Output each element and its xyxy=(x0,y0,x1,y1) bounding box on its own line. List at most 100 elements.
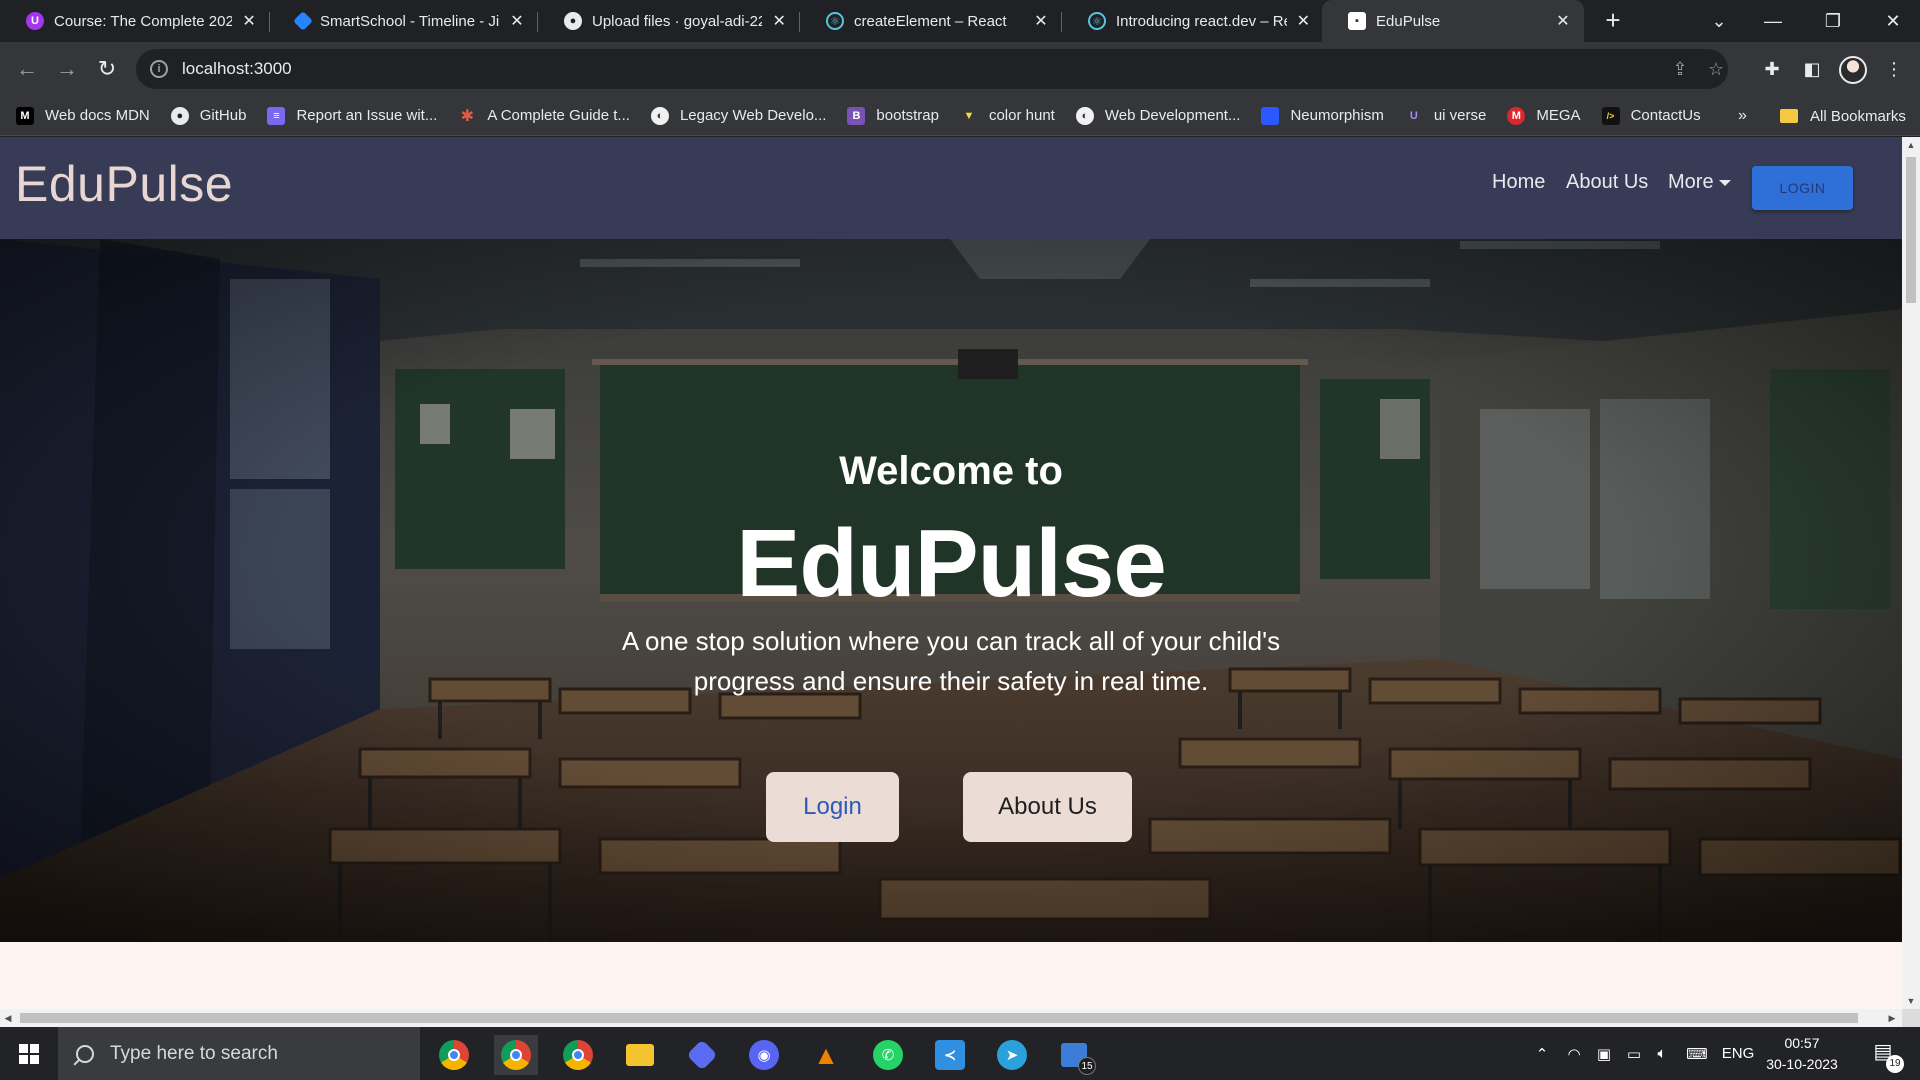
browser-tab[interactable]: ⚛ createElement – React ✕ xyxy=(800,0,1062,42)
clock-date: 30-10-2023 xyxy=(1766,1056,1838,1072)
keyboard-icon[interactable]: ⌨ xyxy=(1680,1027,1714,1080)
browser-tab[interactable]: U Course: The Complete 202 ✕ xyxy=(0,0,270,42)
chevron-up-icon[interactable]: ⌃ xyxy=(1528,1027,1556,1080)
bookmark-item[interactable]: Neumorphism xyxy=(1261,106,1384,125)
taskview-badge: 15 xyxy=(1078,1057,1096,1075)
tab-title: EduPulse xyxy=(1376,12,1441,30)
taskbar-clock[interactable]: 00:57 30-10-2023 xyxy=(1757,1033,1847,1075)
bookmark-label: Report an Issue wit... xyxy=(296,107,438,124)
back-arrow-icon[interactable]: ← xyxy=(12,54,42,84)
all-bookmarks-button[interactable]: All Bookmarks xyxy=(1780,96,1906,136)
scroll-left-icon[interactable]: ◀ xyxy=(0,1009,16,1027)
hero-login-button[interactable]: Login xyxy=(766,772,899,842)
browser-tab[interactable]: ⚛ Introducing react.dev – Re ✕ xyxy=(1062,0,1324,42)
minimize-icon[interactable]: — xyxy=(1746,0,1800,42)
bookmark-item[interactable]: M Web docs MDN xyxy=(16,106,150,125)
tab-title: Upload files · goyal-adi-22 xyxy=(592,12,763,30)
bookmark-item[interactable]: ✱ A Complete Guide t... xyxy=(458,107,630,125)
scroll-down-icon[interactable]: ▼ xyxy=(1902,993,1920,1009)
bookmark-item[interactable]: B bootstrap xyxy=(847,106,939,125)
chrome-profile-icon[interactable] xyxy=(494,1035,538,1075)
window-close-icon[interactable]: ✕ xyxy=(1866,0,1920,42)
whatsapp-icon[interactable]: ✆ xyxy=(866,1035,910,1075)
bookmark-item[interactable]: U ui verse xyxy=(1405,107,1487,125)
hero-description: A one stop solution where you can track … xyxy=(621,626,1281,696)
vertical-scrollbar[interactable]: ▲ ▼ xyxy=(1902,137,1920,1009)
tab-title: createElement – React xyxy=(854,12,1007,30)
bookmark-label: MEGA xyxy=(1536,107,1581,124)
tab-search-icon[interactable]: ⌄ xyxy=(1692,0,1746,42)
app-icon[interactable] xyxy=(680,1035,724,1075)
scrollbar-thumb[interactable] xyxy=(20,1013,1858,1023)
vscode-icon[interactable]: ≺ xyxy=(928,1035,972,1075)
hero-about-button[interactable]: About Us xyxy=(963,772,1132,842)
hero-subtitle: Welcome to xyxy=(839,449,1063,493)
nav-login-button[interactable]: LOGIN xyxy=(1752,166,1853,210)
forward-arrow-icon[interactable]: → xyxy=(52,54,82,84)
bookmark-item[interactable]: ≡ Report an Issue wit... xyxy=(267,106,438,125)
browser-tab-active[interactable]: ▪ EduPulse ✕ xyxy=(1322,0,1584,42)
side-panel-icon[interactable]: ◧ xyxy=(1798,55,1826,83)
nav-link-about[interactable]: About Us xyxy=(1566,171,1648,194)
tab-title: Course: The Complete 202 xyxy=(54,12,233,30)
chrome-icon[interactable] xyxy=(432,1035,476,1075)
star-icon[interactable]: ☆ xyxy=(1704,57,1728,81)
language-indicator[interactable]: ENG xyxy=(1718,1027,1758,1080)
bookmark-label: Legacy Web Develo... xyxy=(679,107,827,124)
reload-icon[interactable]: ↻ xyxy=(92,54,122,84)
close-icon[interactable]: ✕ xyxy=(1295,11,1312,31)
neumorphism-icon xyxy=(1261,106,1280,125)
close-icon[interactable]: ✕ xyxy=(1554,11,1572,31)
browser-tab[interactable]: SmartSchool - Timeline - Ji ✕ xyxy=(270,0,538,42)
bookmark-item[interactable]: ● GitHub xyxy=(170,106,246,125)
bookmark-item[interactable]: ▼ color hunt xyxy=(960,107,1055,125)
discord-icon[interactable]: ◉ xyxy=(742,1035,786,1075)
nav-link-home[interactable]: Home xyxy=(1492,171,1545,194)
site-brand[interactable]: EduPulse xyxy=(15,155,233,213)
close-icon[interactable]: ✕ xyxy=(240,11,258,31)
bookmarks-overflow-button[interactable]: » xyxy=(1738,96,1747,136)
file-explorer-icon[interactable] xyxy=(618,1035,662,1075)
tab-title: Introducing react.dev – Re xyxy=(1116,12,1287,30)
taskview-icon[interactable]: 15 xyxy=(1052,1035,1096,1075)
windows-taskbar: Type here to search ◉ ▲ ✆ ≺ ➤ 15 ⌃ ◠ ▣ ▭… xyxy=(0,1027,1920,1080)
bookmark-item[interactable]: ◐ Web Development... xyxy=(1075,106,1240,125)
share-icon[interactable]: ⇪ xyxy=(1668,57,1692,81)
mega-icon: M xyxy=(1507,106,1526,125)
telegram-icon[interactable]: ➤ xyxy=(990,1035,1034,1075)
scroll-right-icon[interactable]: ▶ xyxy=(1884,1009,1900,1027)
menu-icon[interactable]: ⋮ xyxy=(1880,55,1908,83)
taskbar-search-box[interactable]: Type here to search xyxy=(58,1027,420,1080)
profile-avatar[interactable] xyxy=(1839,56,1867,84)
bookmark-item[interactable]: ◐ Legacy Web Develo... xyxy=(650,106,827,125)
notification-icon[interactable]: ▤ 19 xyxy=(1868,1039,1904,1073)
colorhunt-icon: ▼ xyxy=(963,109,975,122)
wifi-icon[interactable]: ◠ xyxy=(1560,1027,1588,1080)
bookmark-item[interactable]: /> ContactUs xyxy=(1601,106,1701,125)
scroll-up-icon[interactable]: ▲ xyxy=(1902,137,1920,153)
network-icon[interactable]: ▣ xyxy=(1590,1027,1618,1080)
site-info-icon[interactable]: i xyxy=(150,60,168,78)
tab-title: SmartSchool - Timeline - Ji xyxy=(320,12,500,30)
battery-icon[interactable]: ▭ xyxy=(1620,1027,1648,1080)
scrollbar-thumb[interactable] xyxy=(1906,157,1916,303)
chrome-alt-icon[interactable] xyxy=(556,1035,600,1075)
taskbar-search-placeholder: Type here to search xyxy=(110,1042,278,1064)
url-text[interactable]: localhost:3000 xyxy=(182,59,292,79)
bookmark-item[interactable]: M MEGA xyxy=(1507,106,1581,125)
close-icon[interactable]: ✕ xyxy=(508,11,526,31)
windows-start-icon[interactable] xyxy=(0,1027,58,1080)
close-icon[interactable]: ✕ xyxy=(1032,11,1050,31)
vlc-icon[interactable]: ▲ xyxy=(804,1035,848,1075)
bookmark-label: ContactUs xyxy=(1630,107,1701,124)
browser-tab[interactable]: ● Upload files · goyal-adi-22 ✕ xyxy=(538,0,800,42)
bookmarks-bar: M Web docs MDN ● GitHub ≡ Report an Issu… xyxy=(0,96,1920,136)
restore-icon[interactable]: ❐ xyxy=(1806,0,1860,42)
volume-icon[interactable]: 🔈︎ xyxy=(1648,1027,1676,1080)
address-bar[interactable]: i localhost:3000 ⇪ ☆ xyxy=(136,49,1728,89)
horizontal-scrollbar[interactable]: ◀ ▶ xyxy=(0,1009,1902,1027)
nav-dropdown-more[interactable]: More xyxy=(1668,171,1731,194)
new-tab-button[interactable]: + xyxy=(1598,6,1628,36)
extensions-icon[interactable]: ✚ xyxy=(1758,55,1786,83)
close-icon[interactable]: ✕ xyxy=(770,11,788,31)
